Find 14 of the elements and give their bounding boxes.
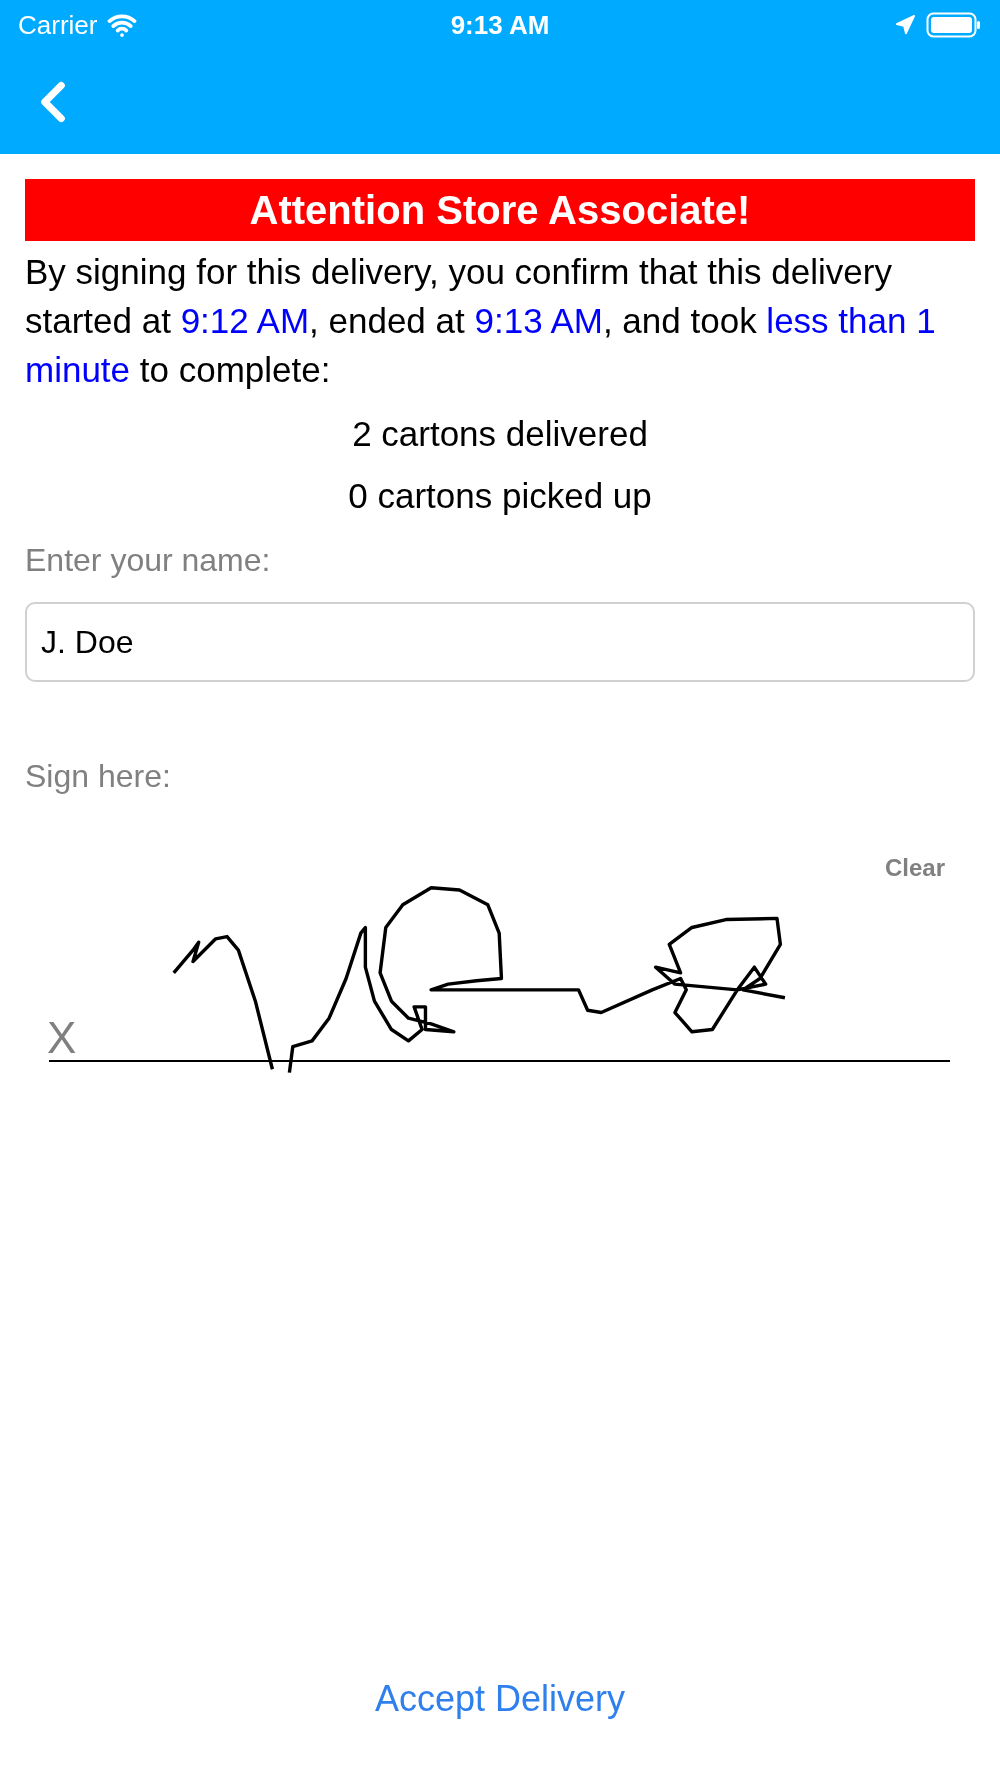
- confirmation-text: By signing for this delivery, you confirm that this delivery started at 9:12 AM, ended at 9:13 AM, and took less than 1 minute to complete:: [25, 251, 937, 391]
- status-time: 9:13 AM: [450, 8, 550, 42]
- name-field[interactable]: J. Doe: [25, 602, 975, 682]
- battery-icon: [926, 12, 982, 38]
- sign-label: Sign here:: [25, 757, 172, 796]
- name-label: Enter your name:: [25, 541, 272, 580]
- accept-delivery-button[interactable]: Accept Delivery: [374, 1672, 626, 1726]
- location-icon: [894, 14, 916, 36]
- clear-button[interactable]: Clear: [884, 850, 945, 886]
- carton-count: 0 cartons picked up: [348, 475, 652, 517]
- attention-banner: Attention Store Associate!: [25, 179, 975, 241]
- signature-x: X: [47, 1016, 77, 1060]
- carton-count: 2 cartons delivered: [352, 413, 648, 455]
- carrier-label: Carrier: [18, 8, 98, 42]
